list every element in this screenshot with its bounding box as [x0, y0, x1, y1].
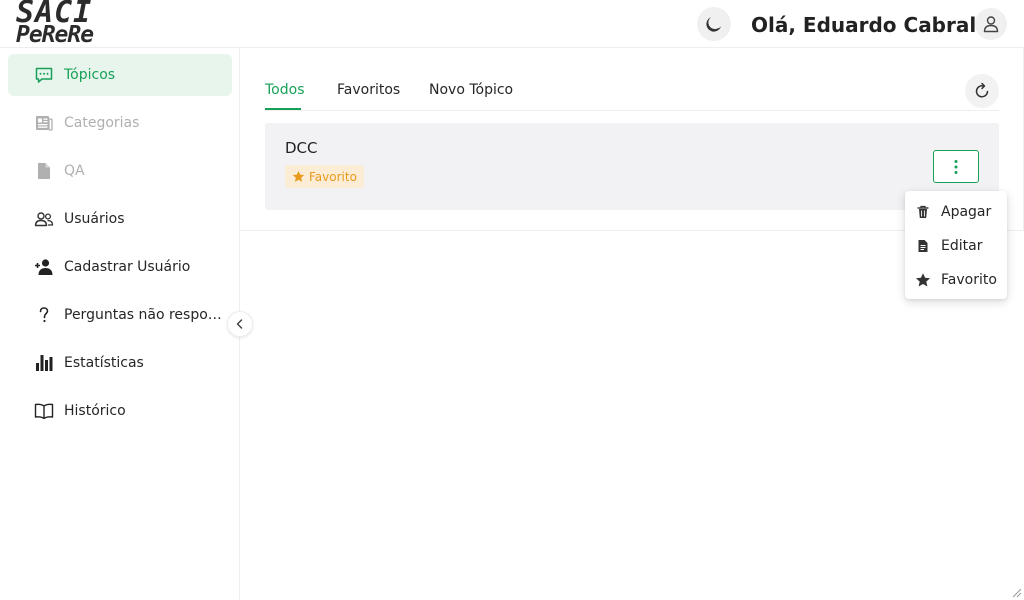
- sidebar-item-topicos[interactable]: Tópicos: [8, 54, 232, 96]
- trash-icon: [915, 204, 931, 220]
- sidebar-item-label: Estatísticas: [64, 355, 144, 371]
- user-menu-button[interactable]: [975, 8, 1007, 40]
- star-icon: [915, 272, 931, 288]
- chevron-left-icon: [236, 319, 243, 329]
- document-icon: [34, 161, 54, 181]
- sidebar-item-label: Perguntas não respondidas: [64, 307, 222, 323]
- sidebar-item-cadastrar-usuario[interactable]: Cadastrar Usuário: [8, 246, 232, 288]
- topic-name: DCC: [285, 139, 318, 157]
- sidebar-item-label: Usuários: [64, 211, 125, 227]
- menu-item-apagar[interactable]: Apagar: [905, 195, 1007, 229]
- sidebar-item-label: Categorias: [64, 115, 140, 131]
- sidebar-collapse-button[interactable]: [227, 311, 253, 337]
- star-icon: [292, 170, 305, 182]
- logo-line-1: SACI: [16, 0, 93, 30]
- sidebar-item-categorias[interactable]: Categorias: [8, 102, 232, 144]
- sidebar-item-perguntas[interactable]: Perguntas não respondidas: [8, 294, 232, 336]
- menu-item-favorito[interactable]: Favorito: [905, 263, 1007, 297]
- moon-icon: [706, 17, 721, 32]
- active-tab-indicator: [265, 108, 301, 110]
- sidebar-item-historico[interactable]: Histórico: [8, 390, 232, 432]
- theme-toggle-button[interactable]: [697, 7, 731, 41]
- file-edit-icon: [915, 238, 931, 254]
- tab-novo-topico[interactable]: Novo Tópico: [429, 82, 513, 98]
- person-add-icon: [34, 257, 54, 277]
- sidebar-item-usuarios[interactable]: Usuários: [8, 198, 232, 240]
- logo-line-2: PeReRe: [16, 22, 94, 48]
- app-logo[interactable]: SACI PeReRe: [16, 0, 94, 48]
- sidebar-item-qa[interactable]: QA: [8, 150, 232, 192]
- topic-actions-menu: Apagar Editar Favorito: [905, 191, 1007, 299]
- newspaper-icon: [34, 113, 54, 133]
- favorite-tag-label: Favorito: [309, 169, 357, 184]
- sidebar-item-label: Tópicos: [64, 67, 116, 83]
- menu-item-editar[interactable]: Editar: [905, 229, 1007, 263]
- bar-chart-icon: [34, 353, 54, 373]
- user-greeting: Olá, Eduardo Cabral!: [751, 13, 986, 37]
- chat-icon: [34, 65, 54, 85]
- refresh-icon: [975, 82, 989, 98]
- sidebar-item-label: Cadastrar Usuário: [64, 259, 191, 275]
- sidebar-item-estatisticas[interactable]: Estatísticas: [8, 342, 232, 384]
- top-header: SACI PeReRe Olá, Eduardo Cabral!: [0, 0, 1024, 48]
- refresh-button[interactable]: [965, 74, 999, 108]
- user-icon: [983, 16, 999, 33]
- topic-tabs: Todos Favoritos Novo Tópico: [265, 73, 999, 111]
- tab-favoritos[interactable]: Favoritos: [337, 82, 400, 98]
- menu-item-label: Favorito: [941, 272, 997, 288]
- tab-todos[interactable]: Todos: [265, 82, 304, 98]
- favorite-tag: Favorito: [285, 165, 364, 188]
- menu-item-label: Apagar: [941, 204, 992, 220]
- menu-item-label: Editar: [941, 238, 983, 254]
- resize-grip-icon[interactable]: [1010, 586, 1022, 598]
- people-icon: [34, 209, 54, 229]
- topic-item[interactable]: DCC Favorito: [265, 123, 999, 210]
- sidebar-item-label: Histórico: [64, 403, 126, 419]
- question-icon: [34, 305, 54, 325]
- topic-more-button[interactable]: [933, 150, 979, 183]
- sidebar-item-label: QA: [64, 163, 85, 179]
- book-icon: [34, 401, 54, 421]
- more-vertical-icon: [954, 159, 958, 174]
